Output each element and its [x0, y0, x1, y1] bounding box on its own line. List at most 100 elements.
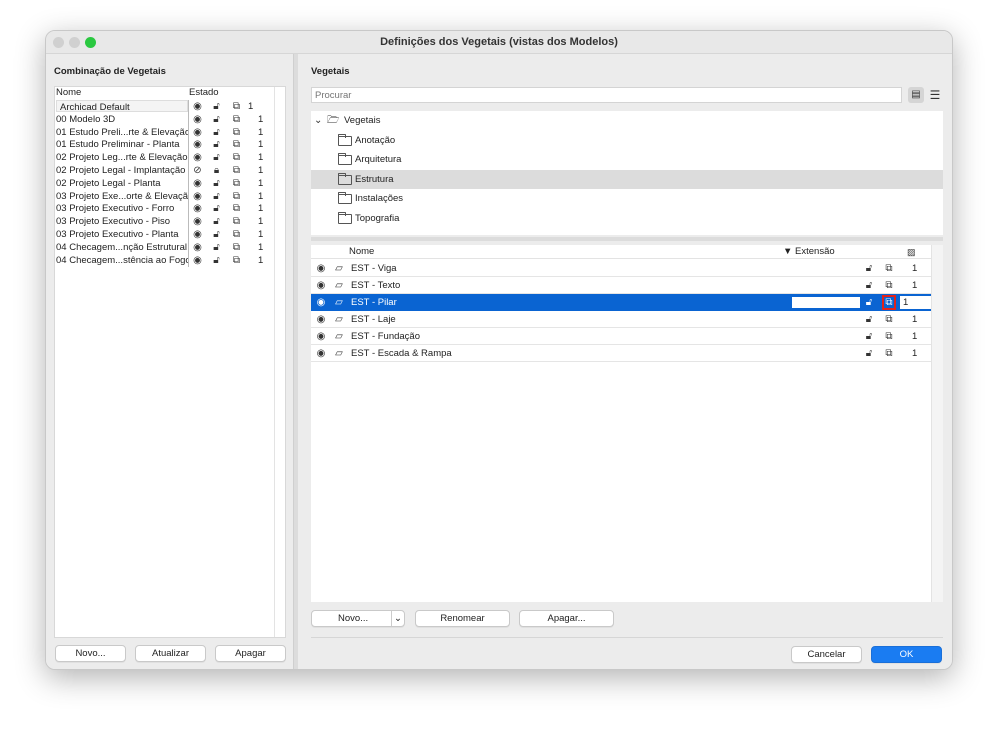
- hidden-eye-icon[interactable]: ⊘: [191, 164, 204, 177]
- combination-row[interactable]: 04 Checagem...stência ao Fogo ◉ 🔓︎ ⧉ 1: [55, 253, 274, 267]
- wireframe-solid-icon[interactable]: ⧉: [230, 190, 243, 203]
- wireframe-solid-icon[interactable]: ⧉: [230, 215, 243, 228]
- eye-icon[interactable]: ◉: [315, 277, 327, 294]
- unlock-icon[interactable]: 🔓︎: [210, 100, 223, 113]
- scrollbar-track[interactable]: [274, 87, 275, 637]
- combination-row[interactable]: 03 Projeto Executivo - Piso ◉ 🔓︎ ⧉ 1: [55, 215, 274, 229]
- combination-row[interactable]: 02 Projeto Legal - Planta ◉ 🔓︎ ⧉ 1: [55, 176, 274, 190]
- wireframe-solid-icon[interactable]: ⧉: [230, 254, 243, 267]
- unlock-icon[interactable]: 🔓︎: [210, 113, 223, 126]
- cancel-button[interactable]: Cancelar: [791, 646, 862, 663]
- wireframe-solid-icon[interactable]: ⧉: [882, 328, 896, 345]
- list-view-icon[interactable]: ☰: [927, 87, 943, 103]
- unlock-icon[interactable]: 🔓︎: [210, 254, 223, 267]
- eye-icon[interactable]: ◉: [315, 328, 327, 345]
- eye-icon[interactable]: ◉: [191, 151, 204, 164]
- layer-row[interactable]: ◉ ▱ EST - Pilar 🔓︎ ⧉ 1: [311, 294, 931, 311]
- pen-number[interactable]: 1: [912, 328, 917, 345]
- unlock-icon[interactable]: 🔓︎: [863, 277, 875, 294]
- new-combination-button[interactable]: Novo...: [55, 645, 126, 662]
- eye-icon[interactable]: ◉: [191, 228, 204, 241]
- combination-row[interactable]: 00 Modelo 3D ◉ 🔓︎ ⧉ 1: [55, 112, 274, 126]
- wireframe-solid-icon[interactable]: ⧉: [230, 177, 243, 190]
- layers-table[interactable]: Nome ▼ Extensão ▨ ◉ ▱ EST - Viga 🔓︎ ⧉ 1 ◉…: [311, 245, 943, 602]
- layer-row[interactable]: ◉ ▱ EST - Fundação 🔓︎ ⧉ 1: [311, 328, 931, 345]
- eye-icon[interactable]: ◉: [191, 100, 204, 113]
- unlock-icon[interactable]: 🔓︎: [210, 202, 223, 215]
- wireframe-solid-icon[interactable]: ⧉: [882, 295, 896, 310]
- minimize-window-button[interactable]: [69, 37, 80, 48]
- pen-number[interactable]: 1: [912, 277, 917, 294]
- combination-row[interactable]: 03 Projeto Executivo - Planta ◉ 🔓︎ ⧉ 1: [55, 228, 274, 241]
- eye-icon[interactable]: ◉: [315, 345, 327, 362]
- unlock-icon[interactable]: 🔓︎: [210, 138, 223, 151]
- unlock-icon[interactable]: 🔓︎: [210, 228, 223, 241]
- wireframe-solid-icon[interactable]: ⧉: [230, 164, 243, 177]
- wireframe-solid-icon[interactable]: ⧉: [882, 260, 896, 277]
- pane-divider[interactable]: [311, 237, 943, 241]
- unlock-icon[interactable]: 🔓︎: [210, 151, 223, 164]
- pen-number[interactable]: 1: [248, 100, 253, 113]
- combination-row[interactable]: Archicad Default ◉ 🔓︎ ⧉ 1: [55, 100, 274, 113]
- wireframe-solid-icon[interactable]: ⧉: [230, 228, 243, 241]
- wireframe-solid-icon[interactable]: ⧉: [230, 138, 243, 151]
- tree-folder-0[interactable]: Anotação: [311, 131, 943, 150]
- eye-icon[interactable]: ◉: [315, 311, 327, 328]
- combination-row[interactable]: 04 Checagem...nção Estrutural ◉ 🔓︎ ⧉ 1: [55, 240, 274, 254]
- eye-icon[interactable]: ◉: [191, 177, 204, 190]
- eye-icon[interactable]: ◉: [191, 202, 204, 215]
- layer-row[interactable]: ◉ ▱ EST - Laje 🔓︎ ⧉ 1: [311, 311, 931, 328]
- tree-view-icon[interactable]: ▤: [908, 87, 924, 103]
- wireframe-solid-icon[interactable]: ⧉: [230, 113, 243, 126]
- ok-button[interactable]: OK: [871, 646, 942, 663]
- combination-row[interactable]: 02 Projeto Legal - Implantação ⊘ 🔒︎ ⧉ 1: [55, 164, 274, 177]
- wireframe-solid-icon[interactable]: ⧉: [230, 100, 243, 113]
- pen-number[interactable]: 1: [912, 311, 917, 328]
- chevron-down-icon[interactable]: ⌄: [314, 111, 322, 130]
- combination-row[interactable]: 03 Projeto Executivo - Forro ◉ 🔓︎ ⧉ 1: [55, 202, 274, 216]
- wireframe-solid-icon[interactable]: ⧉: [230, 241, 243, 254]
- wireframe-solid-icon[interactable]: ⧉: [882, 277, 896, 294]
- unlock-icon[interactable]: 🔓︎: [210, 190, 223, 203]
- layer-row[interactable]: ◉ ▱ EST - Escada & Rampa 🔓︎ ⧉ 1: [311, 345, 931, 362]
- combination-row[interactable]: 01 Estudo Preli...rte & Elevação ◉ 🔓︎ ⧉ …: [55, 125, 274, 139]
- new-layer-button[interactable]: Novo... ⌄: [311, 610, 405, 627]
- combination-row[interactable]: 03 Projeto Exe...orte & Elevação ◉ 🔓︎ ⧉ …: [55, 189, 274, 203]
- combination-row[interactable]: 02 Projeto Leg...rte & Elevação ◉ 🔓︎ ⧉ 1: [55, 151, 274, 165]
- update-combination-button[interactable]: Atualizar: [135, 645, 206, 662]
- pen-number-input[interactable]: 1: [900, 296, 931, 309]
- eye-icon[interactable]: ◉: [191, 126, 204, 139]
- eye-icon[interactable]: ◉: [191, 241, 204, 254]
- tree-folder-1[interactable]: Arquitetura: [311, 150, 943, 169]
- tree-folder-4[interactable]: Topografia: [311, 209, 943, 228]
- chevron-down-icon[interactable]: ⌄: [391, 611, 404, 626]
- rename-layer-button[interactable]: Renomear: [415, 610, 510, 627]
- scrollbar-track[interactable]: [931, 245, 943, 602]
- search-input[interactable]: [311, 87, 902, 103]
- tree-root[interactable]: ⌄ 🗁 Vegetais: [311, 111, 943, 130]
- column-name[interactable]: Nome: [56, 87, 81, 98]
- wireframe-solid-icon[interactable]: ⧉: [230, 151, 243, 164]
- delete-combination-button[interactable]: Apagar: [215, 645, 286, 662]
- eye-icon[interactable]: ◉: [191, 254, 204, 267]
- unlock-icon[interactable]: 🔓︎: [863, 345, 875, 362]
- column-name[interactable]: Nome: [349, 245, 374, 259]
- eye-icon[interactable]: ◉: [315, 294, 327, 311]
- wireframe-solid-icon[interactable]: ⧉: [882, 311, 896, 328]
- eye-icon[interactable]: ◉: [191, 190, 204, 203]
- unlock-icon[interactable]: 🔓︎: [863, 294, 875, 311]
- pen-number[interactable]: 1: [912, 345, 917, 362]
- tree-folder-2[interactable]: Estrutura: [311, 169, 943, 189]
- zoom-window-button[interactable]: [85, 37, 96, 48]
- unlock-icon[interactable]: 🔓︎: [210, 215, 223, 228]
- column-extension[interactable]: ▼ Extensão: [783, 245, 835, 259]
- column-state[interactable]: Estado: [189, 87, 219, 98]
- delete-layer-button[interactable]: Apagar...: [519, 610, 614, 627]
- eye-icon[interactable]: ◉: [191, 113, 204, 126]
- combinations-list[interactable]: Nome Estado Archicad Default ◉ 🔓︎ ⧉ 1 00 …: [54, 86, 286, 638]
- eye-icon[interactable]: ◉: [191, 215, 204, 228]
- unlock-icon[interactable]: 🔓︎: [863, 260, 875, 277]
- eye-icon[interactable]: ◉: [315, 260, 327, 277]
- wireframe-solid-icon[interactable]: ⧉: [882, 345, 896, 362]
- tree-folder-3[interactable]: Instalações: [311, 189, 943, 208]
